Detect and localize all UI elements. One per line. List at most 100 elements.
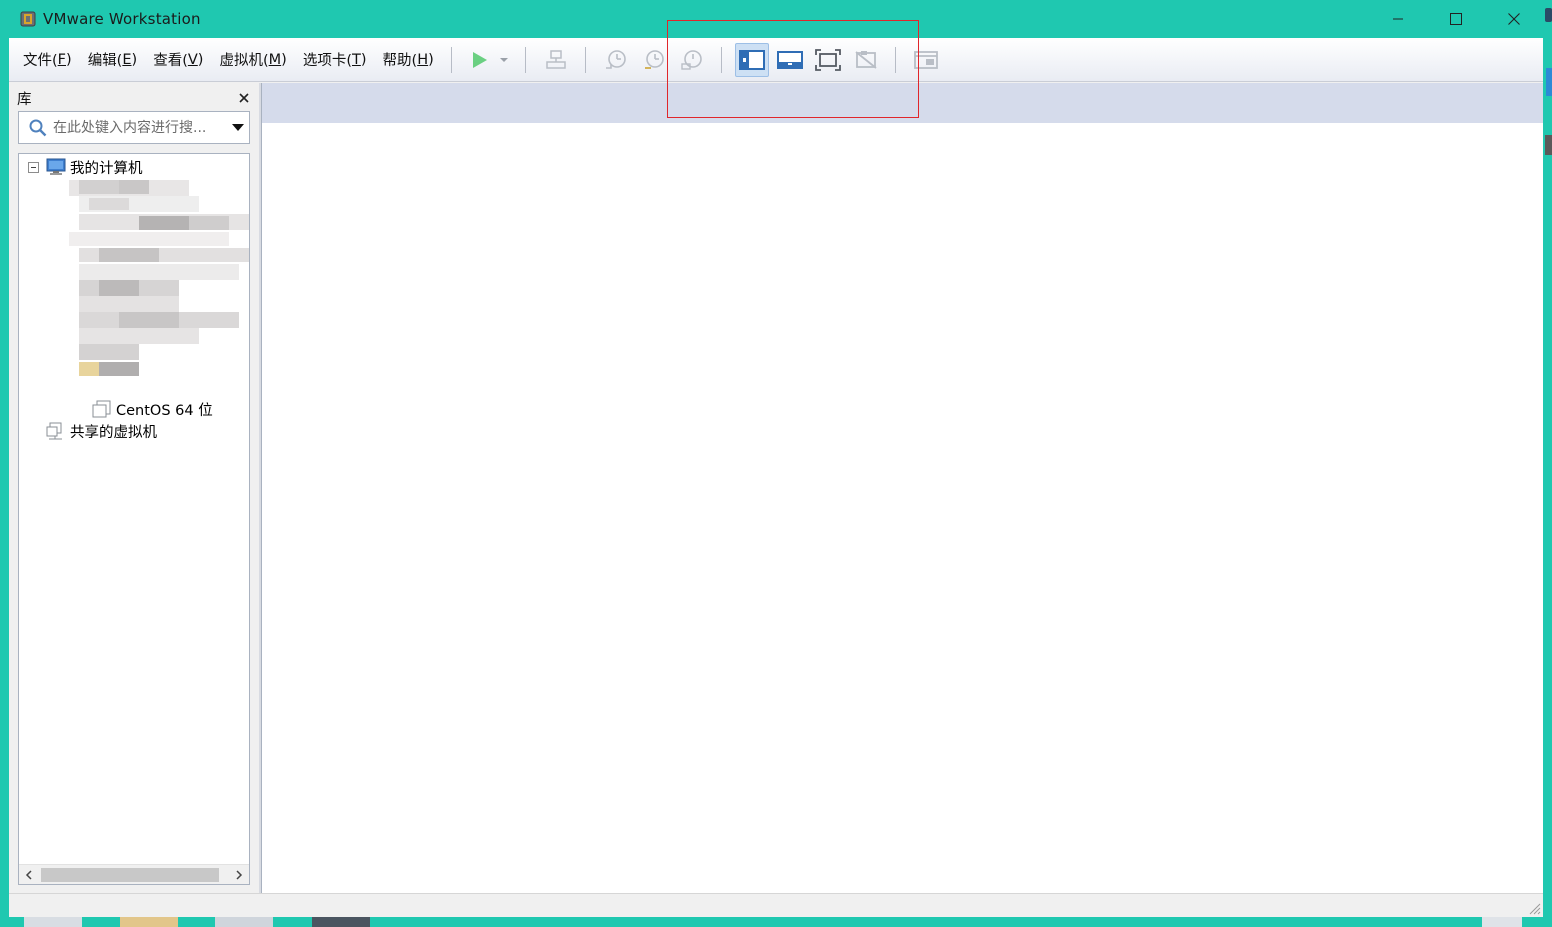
menu-edit[interactable]: 编辑(E) (82, 46, 145, 74)
menu-edit-accesskey: E (122, 51, 132, 68)
search-options-dropdown[interactable] (227, 112, 249, 143)
revert-clock-icon (644, 49, 664, 69)
console-view-button[interactable] (909, 43, 943, 77)
tab-strip (262, 83, 1543, 123)
computer-icon (46, 157, 66, 177)
unity-icon (855, 50, 877, 69)
toolbar-separator (720, 46, 722, 73)
workspace-area (261, 83, 1543, 893)
chevron-down-icon (499, 57, 508, 62)
menubar-toolbar: 文件(F) 编辑(E) 查看(V) 虚拟机(M) 选项卡(T) 帮助(H) (9, 38, 1543, 82)
collapse-toggle[interactable] (28, 161, 39, 173)
window-title: VMware Workstation (43, 10, 201, 28)
window-controls (1369, 0, 1543, 38)
menu-edit-label: 编辑( (87, 53, 123, 69)
unity-button[interactable] (849, 43, 883, 77)
menu-vm-accesskey: M (268, 51, 282, 68)
snapshot-manager-button[interactable] (675, 43, 709, 77)
maximize-button[interactable] (1427, 0, 1485, 38)
taskbar-item[interactable] (1482, 917, 1522, 927)
menu-help-accesskey: H (417, 51, 429, 68)
toolbar-separator (524, 46, 526, 73)
taskbar-item[interactable] (215, 917, 273, 927)
menu-file-label: 文件( (23, 53, 58, 69)
horizontal-scrollbar[interactable] (19, 864, 249, 884)
close-window-button[interactable] (1485, 0, 1543, 38)
power-on-button[interactable] (465, 43, 493, 77)
chevron-down-icon (232, 123, 244, 131)
menu-view-label: 查看( (153, 53, 188, 69)
search-icon (23, 112, 53, 143)
network-computer-icon (546, 49, 566, 69)
scroll-right-button[interactable] (229, 865, 249, 885)
menu-edit-suffix: ) (131, 51, 138, 68)
window-titlebar[interactable]: VMware Workstation (9, 0, 1543, 38)
menu-tabs-suffix: ) (360, 51, 367, 68)
scroll-track[interactable] (39, 865, 229, 885)
maximize-icon (1450, 13, 1462, 25)
close-library-button[interactable] (235, 89, 253, 107)
menu-help-suffix: ) (428, 51, 434, 68)
revert-snapshot-button[interactable] (637, 43, 671, 77)
menu-tabs[interactable]: 选项卡(T) (297, 46, 374, 74)
library-header: 库 (17, 87, 253, 109)
menu-file[interactable]: 文件(F) (17, 46, 79, 74)
library-panel: 库 我的计算机 (9, 83, 259, 893)
console-view-icon (913, 50, 938, 69)
close-icon (1508, 13, 1520, 25)
library-search-input[interactable] (53, 113, 227, 142)
full-screen-button[interactable] (811, 43, 845, 77)
main-window: 文件(F) 编辑(E) 查看(V) 虚拟机(M) 选项卡(T) 帮助(H) (9, 38, 1543, 917)
menu-vm[interactable]: 虚拟机(M) (213, 46, 293, 74)
menu-vm-suffix: ) (281, 51, 287, 68)
vmware-app-icon (19, 10, 37, 28)
taskbar-item[interactable] (24, 917, 82, 927)
resize-grip-icon[interactable] (1527, 901, 1541, 915)
show-library-button[interactable] (734, 42, 769, 77)
scroll-left-button[interactable] (19, 865, 39, 885)
tree-item-label: 共享的虚拟机 (70, 424, 157, 441)
tree-item-shared-vms[interactable]: 共享的虚拟机 (46, 420, 157, 442)
library-search-box (18, 111, 250, 144)
desktop-icon-fragment (1545, 135, 1552, 155)
desktop-icon-fragment (1546, 68, 1552, 96)
take-snapshot-button[interactable] (599, 43, 633, 77)
menu-help[interactable]: 帮助(H) (377, 46, 441, 74)
snapshot-clock-icon (605, 49, 626, 69)
menu-view-suffix: ) (197, 51, 204, 68)
toolbar-separator (894, 46, 896, 73)
play-icon (472, 51, 487, 68)
thumbnail-bar-icon (776, 50, 803, 69)
menu-tabs-label: 选项卡( (302, 53, 352, 69)
obscured-tree-items (59, 176, 249, 394)
snapshot-manager-icon (681, 49, 702, 70)
scroll-thumb[interactable] (41, 867, 219, 882)
desktop-icon-fragment (1545, 8, 1552, 22)
tree-item-my-computer[interactable]: 我的计算机 (28, 156, 143, 178)
menu-help-label: 帮助( (382, 53, 418, 69)
show-thumbnail-bar-button[interactable] (773, 43, 807, 77)
menu-view[interactable]: 查看(V) (147, 46, 210, 74)
chevron-right-icon (236, 869, 243, 880)
vm-icon (92, 399, 112, 419)
library-tree: 我的计算机 CentOS 64 位 共享的虚拟机 (18, 153, 250, 885)
menu-view-accesskey: V (187, 51, 198, 68)
chevron-left-icon (25, 869, 32, 880)
minimize-button[interactable] (1369, 0, 1427, 38)
toolbar-separator (450, 46, 452, 73)
library-title: 库 (17, 91, 32, 108)
shared-vm-icon (46, 421, 66, 441)
menu-file-accesskey: F (57, 51, 67, 68)
close-icon (239, 93, 249, 103)
tree-item-centos[interactable]: CentOS 64 位 (92, 398, 213, 420)
fullscreen-icon (814, 48, 841, 71)
send-ctrl-alt-del-button[interactable] (539, 43, 573, 77)
power-dropdown-button[interactable] (495, 43, 513, 77)
taskbar-item[interactable] (312, 917, 370, 927)
menu-file-suffix: ) (66, 51, 72, 68)
menu-vm-label: 虚拟机( (219, 53, 269, 69)
taskbar-item[interactable] (120, 917, 178, 927)
tree-item-label: CentOS 64 位 (116, 402, 213, 419)
status-bar (9, 893, 1543, 917)
toolbar-separator (584, 46, 586, 73)
